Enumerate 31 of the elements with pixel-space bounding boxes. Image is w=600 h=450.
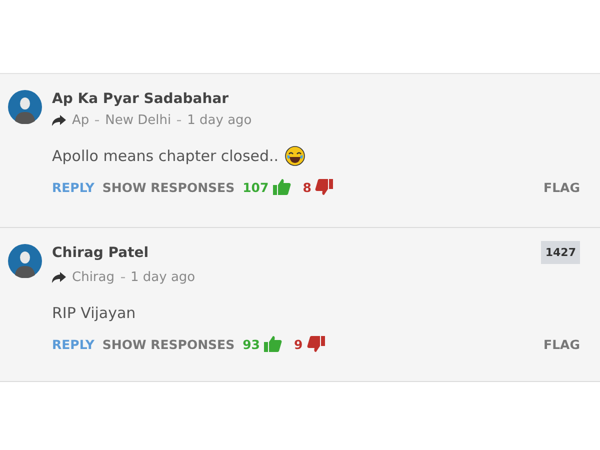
reply-link[interactable]: REPLY [52, 336, 94, 352]
post-time: 1 day ago [187, 113, 252, 128]
upvote-count: 107 [242, 180, 269, 194]
count-badge: 1427 [541, 241, 580, 264]
separator-icon [177, 120, 182, 122]
thumbs-up-icon[interactable] [264, 336, 282, 352]
downvote-count: 9 [294, 336, 303, 352]
share-arrow-icon [52, 272, 66, 283]
user-handle: Ap [72, 113, 90, 128]
share-arrow-icon [52, 115, 66, 126]
avatar-icon [8, 244, 42, 278]
reply-link[interactable]: REPLY [52, 180, 94, 194]
comment-text: Apollo means chapter closed.. [52, 147, 279, 165]
show-responses-link[interactable]: SHOW RESPONSES [102, 336, 235, 352]
user-location: New Delhi [105, 113, 172, 128]
comment-text: RIP Vijayan [52, 304, 136, 322]
commenter-name[interactable]: Ap Ka Pyar Sadabahar [52, 91, 229, 107]
user-handle: Chirag [72, 270, 114, 285]
flag-link[interactable]: FLAG [544, 180, 580, 194]
commenter-name[interactable]: Chirag Patel [52, 245, 149, 261]
thumbs-down-icon[interactable] [315, 179, 334, 195]
show-responses-link[interactable]: SHOW RESPONSES [102, 180, 235, 194]
thumbs-down-icon[interactable] [306, 336, 325, 352]
separator-icon [120, 276, 124, 278]
upvote-count: 93 [242, 336, 260, 352]
post-time: 1 day ago [130, 270, 196, 285]
flag-link[interactable]: FLAG [544, 336, 580, 352]
separator-icon [95, 120, 100, 122]
avatar-icon [8, 90, 42, 124]
thumbs-up-icon[interactable] [272, 179, 291, 195]
downvote-count: 8 [302, 180, 312, 194]
